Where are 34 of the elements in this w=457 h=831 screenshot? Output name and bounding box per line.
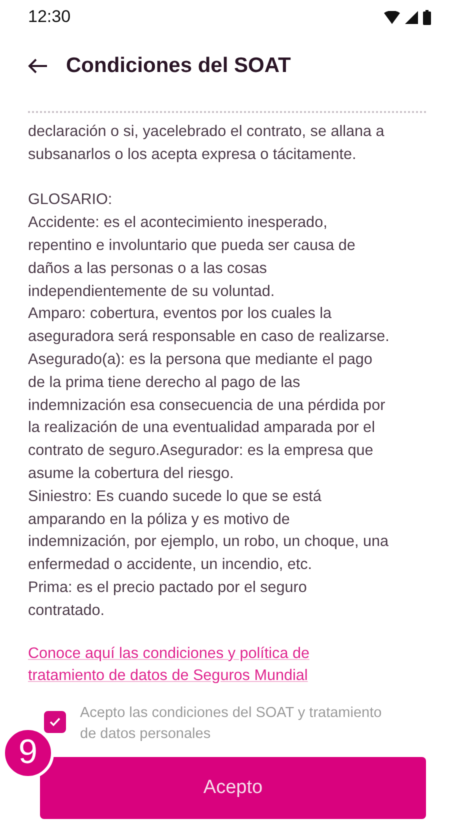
- body-text: Amparo: cobertura, eventos por los cuales la: [28, 304, 332, 324]
- accept-button[interactable]: Acepto: [40, 756, 426, 819]
- body-text: independientemente de su voluntad.: [28, 282, 275, 302]
- screen-title: Condiciones del SOAT: [66, 54, 291, 78]
- body-text: de la prima tiene derecho al pago de las: [28, 372, 300, 393]
- battery-icon: [423, 10, 431, 24]
- checkbox[interactable]: [44, 710, 66, 733]
- link[interactable]: tratamiento de datos de Seguros Mundial: [28, 664, 308, 687]
- body-text: Accidente: es el acontecimiento inesperado,: [28, 213, 328, 234]
- body-text: enfermedad o accidente, un incendio, etc.: [28, 555, 312, 576]
- checkbox-label: de datos personales: [80, 724, 212, 744]
- body-text: Siniestro: Es cuando sucede lo que se está: [28, 486, 322, 507]
- body-text: Prima: es el precio pactado por el seguro: [28, 578, 307, 598]
- link[interactable]: Conoce aquí las condiciones y política de: [28, 642, 310, 665]
- wifi-icon: [384, 10, 400, 24]
- signal-icon: [405, 10, 418, 24]
- body-text: amparando en la póliza y es motivo de: [28, 510, 290, 530]
- body-text: indemnización, por ejemplo, un robo, un choque, una: [28, 532, 389, 552]
- body-text: indemnización esa consecuencia de una pérdida por: [28, 396, 386, 416]
- checkmark-icon: [49, 716, 61, 727]
- status-time: 12:30: [28, 7, 71, 27]
- body-text: declaración o si, yacelebrado el contrato, se allana a: [28, 122, 384, 142]
- back-arrow-icon: [28, 58, 48, 74]
- body-text: repentino e involuntario que pueda ser causa de: [28, 236, 356, 256]
- body-text: Asegurado(a): es la persona que mediante el pago: [28, 350, 372, 370]
- body-text: GLOSARIO:: [28, 190, 112, 210]
- checkbox-label: Acepto las condiciones del SOAT y tratamiento: [80, 704, 382, 723]
- body-text: la realización de una eventualidad amparada por el: [28, 418, 375, 438]
- body-text: asume la cobertura del riesgo.: [28, 464, 234, 484]
- body-text: subsanarlos o los acepta expresa o tácitamente.: [28, 144, 356, 165]
- body-text: contrato de seguro.Asegurador: es la empresa que: [28, 441, 374, 462]
- body-text: daños a las personas o a las cosas: [28, 258, 267, 279]
- body-text: contratado.: [28, 600, 105, 621]
- body-text: aseguradora será responsable en caso de realizarse.: [28, 327, 390, 348]
